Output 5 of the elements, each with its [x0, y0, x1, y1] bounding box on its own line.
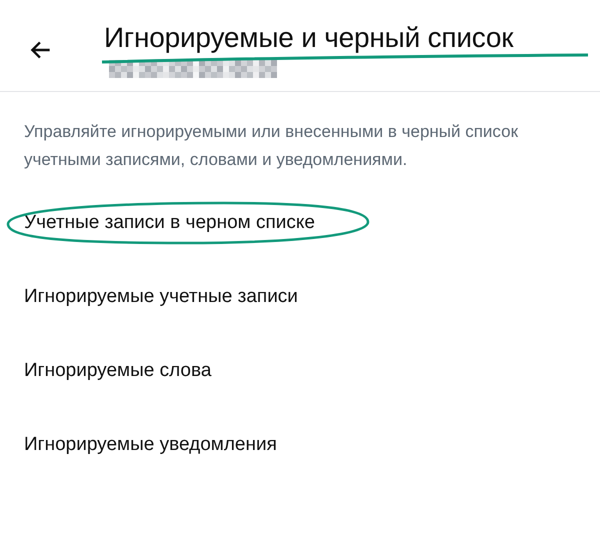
settings-item[interactable]: Игнорируемые уведомления [24, 432, 277, 458]
description-text: Управляйте игнорируемыми или внесенными в черный список учетными записями, словами и уведомлениями. [24, 121, 520, 171]
settings-item[interactable]: Игнорируемые учетные записи [24, 284, 298, 310]
page-title: Игнорируемые и черный список [104, 22, 514, 54]
settings-item[interactable]: Игнорируемые слова [24, 358, 212, 384]
